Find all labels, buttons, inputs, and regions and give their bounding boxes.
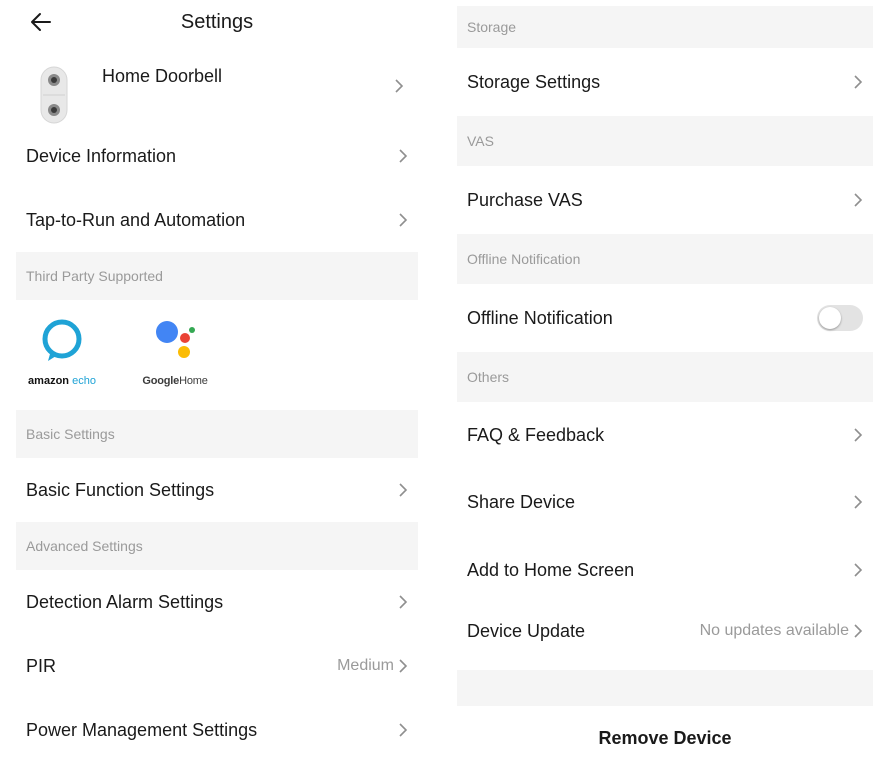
pir-label: PIR bbox=[26, 655, 57, 676]
device-information-label: Device Information bbox=[26, 145, 177, 166]
device-update-status: No updates available bbox=[699, 622, 849, 639]
device-update-label: Device Update bbox=[467, 620, 586, 641]
device-update-row[interactable]: Device Update No updates available bbox=[457, 604, 873, 658]
doorbell-device-icon bbox=[40, 66, 68, 124]
right-panel: Storage Storage Settings VAS Purchase VA… bbox=[457, 0, 873, 762]
device-name: Home Doorbell bbox=[102, 66, 223, 86]
chevron-right-icon bbox=[853, 74, 863, 90]
section-storage: Storage bbox=[457, 6, 873, 48]
add-to-home-screen-label: Add to Home Screen bbox=[467, 559, 635, 580]
chevron-right-icon bbox=[398, 658, 408, 674]
divider-band bbox=[457, 670, 873, 706]
faq-feedback-row[interactable]: FAQ & Feedback bbox=[457, 402, 873, 468]
pir-value: Medium bbox=[337, 657, 394, 674]
offline-notification-row: Offline Notification bbox=[457, 284, 873, 352]
chevron-right-icon bbox=[853, 427, 863, 443]
section-third-party: Third Party Supported bbox=[16, 252, 418, 300]
google-assistant-icon bbox=[151, 318, 199, 367]
tap-to-run-row[interactable]: Tap-to-Run and Automation bbox=[16, 188, 418, 252]
power-management-settings-label: Power Management Settings bbox=[26, 719, 258, 740]
purchase-vas-label: Purchase VAS bbox=[467, 189, 583, 210]
share-device-row[interactable]: Share Device bbox=[457, 468, 873, 536]
power-management-settings-row[interactable]: Power Management Settings bbox=[16, 698, 418, 762]
third-party-logos: amazon echo GoogleHome bbox=[16, 300, 418, 408]
device-row[interactable]: Home Doorbell bbox=[16, 56, 418, 128]
chevron-right-icon bbox=[853, 623, 863, 639]
detection-alarm-settings-row[interactable]: Detection Alarm Settings bbox=[16, 570, 418, 634]
page-title: Settings bbox=[180, 11, 254, 33]
offline-notification-label: Offline Notification bbox=[467, 307, 613, 328]
section-basic-settings: Basic Settings bbox=[16, 410, 418, 458]
header: Settings bbox=[16, 0, 418, 46]
chevron-right-icon bbox=[398, 212, 408, 228]
share-device-label: Share Device bbox=[467, 491, 576, 512]
storage-settings-label: Storage Settings bbox=[467, 71, 601, 92]
chevron-right-icon bbox=[394, 78, 404, 94]
device-information-row[interactable]: Device Information bbox=[16, 124, 418, 188]
detection-alarm-settings-label: Detection Alarm Settings bbox=[26, 591, 224, 612]
tap-to-run-label: Tap-to-Run and Automation bbox=[26, 209, 246, 230]
chevron-right-icon bbox=[853, 494, 863, 510]
left-panel: Settings Home Doorbell Device Informatio… bbox=[16, 0, 418, 762]
section-vas: VAS bbox=[457, 116, 873, 166]
amazon-echo-label: amazon echo bbox=[28, 375, 96, 387]
section-others: Others bbox=[457, 352, 873, 402]
pir-row[interactable]: PIR Medium bbox=[16, 634, 418, 698]
section-offline-notification: Offline Notification bbox=[457, 234, 873, 284]
add-to-home-screen-row[interactable]: Add to Home Screen bbox=[457, 536, 873, 604]
storage-settings-row[interactable]: Storage Settings bbox=[457, 48, 873, 116]
offline-notification-toggle[interactable] bbox=[817, 305, 863, 331]
chevron-right-icon bbox=[398, 148, 408, 164]
chevron-right-icon bbox=[398, 722, 408, 738]
toggle-knob bbox=[819, 307, 841, 329]
chevron-right-icon bbox=[853, 562, 863, 578]
alexa-icon bbox=[40, 318, 84, 367]
google-home-link[interactable]: GoogleHome bbox=[130, 318, 220, 387]
basic-function-settings-label: Basic Function Settings bbox=[26, 479, 215, 500]
chevron-right-icon bbox=[398, 482, 408, 498]
purchase-vas-row[interactable]: Purchase VAS bbox=[457, 166, 873, 234]
remove-device-button[interactable]: Remove Device bbox=[457, 728, 873, 754]
google-home-label: GoogleHome bbox=[142, 375, 208, 387]
chevron-right-icon bbox=[398, 594, 408, 610]
amazon-echo-link[interactable]: amazon echo bbox=[22, 318, 102, 387]
basic-function-settings-row[interactable]: Basic Function Settings bbox=[16, 458, 418, 522]
faq-feedback-label: FAQ & Feedback bbox=[467, 424, 605, 445]
section-advanced-settings: Advanced Settings bbox=[16, 522, 418, 570]
chevron-right-icon bbox=[853, 192, 863, 208]
